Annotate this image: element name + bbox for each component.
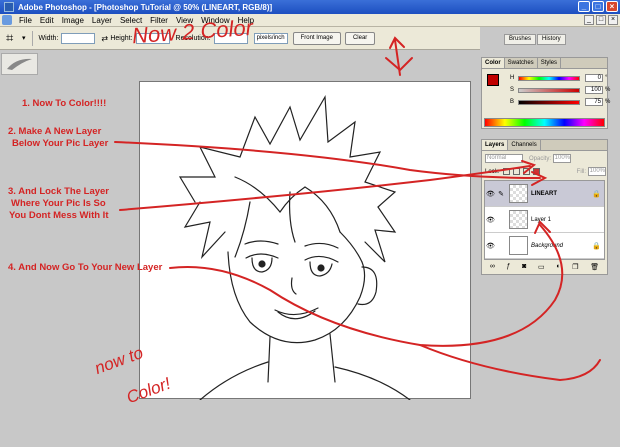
step-1: 1. Now To Color!!!! [22, 98, 107, 109]
tab-layers[interactable]: Layers [482, 140, 509, 150]
options-bar: ⌗ ▾ Width: ⇄ Height: Resolution: pixels/… [0, 27, 480, 50]
tab-swatches[interactable]: Swatches [505, 58, 538, 68]
palette-well: Brushes History [504, 34, 567, 45]
front-image-button[interactable]: Front Image [292, 31, 341, 45]
close-button[interactable]: × [606, 1, 618, 12]
layer-name: Layer 1 [531, 216, 552, 223]
brightness-row: B 75 % [510, 98, 611, 106]
hue-value[interactable]: 0 [585, 74, 603, 82]
photoshop-icon [4, 2, 14, 12]
lock-icon: 🔒 [592, 190, 601, 198]
opacity-label: Opacity: [529, 155, 552, 162]
color-panel: Color Swatches Styles H 0 ° S 100 % B 75… [481, 57, 611, 129]
menu-window[interactable]: Window [197, 16, 233, 25]
height-field[interactable] [135, 32, 170, 44]
lineart-drawing [178, 95, 411, 401]
menu-help[interactable]: Help [234, 16, 258, 25]
set-icon[interactable]: ▭ [538, 263, 545, 273]
foreground-color-swatch[interactable] [487, 74, 499, 86]
units-select[interactable]: pixels/inch [253, 32, 288, 44]
tab-styles[interactable]: Styles [538, 58, 562, 68]
visibility-eye-icon[interactable]: 👁 [485, 190, 496, 198]
doc-close-button[interactable]: × [608, 15, 618, 25]
resolution-field[interactable] [213, 32, 248, 44]
menu-filter[interactable]: Filter [146, 16, 172, 25]
saturation-value[interactable]: 100 [585, 86, 603, 94]
lock-image-icon[interactable] [513, 168, 521, 175]
lock-icon: 🔒 [592, 242, 601, 250]
layers-footer: ∞ ƒ ◙ ▭ ◐ ❐ 🗑 [484, 263, 605, 273]
step-2-line-2: Below Your Pic Layer [12, 138, 109, 149]
menu-view[interactable]: View [172, 16, 197, 25]
menu-edit[interactable]: Edit [36, 16, 58, 25]
lock-all-icon[interactable] [533, 168, 541, 175]
tab-channels[interactable]: Channels [508, 140, 541, 150]
step-2-line-1: 2. Make A New Layer [8, 126, 102, 137]
lock-position-icon[interactable] [523, 168, 531, 175]
visibility-eye-icon[interactable]: 👁 [485, 216, 496, 224]
crop-tool-icon[interactable]: ⌗ [6, 30, 22, 46]
menu-layer[interactable]: Layer [88, 16, 116, 25]
saturation-row: S 100 % [510, 86, 611, 94]
feather-brush-icon [7, 58, 32, 70]
blend-mode-select[interactable]: Normal [485, 154, 523, 163]
layer-name: Background [531, 242, 564, 249]
tab-color[interactable]: Color [482, 58, 505, 68]
brightness-slider[interactable] [518, 99, 580, 105]
clear-button[interactable]: Clear [344, 31, 376, 45]
menu-image[interactable]: Image [58, 16, 88, 25]
lock-label: Lock: [485, 168, 500, 175]
menu-select[interactable]: Select [116, 16, 146, 25]
layers-panel: Layers Channels Normal Opacity: 100% Loc… [481, 139, 608, 275]
side-note-line-1: now to [92, 343, 146, 379]
hue-slider[interactable] [518, 75, 580, 81]
layer-row-background[interactable]: 👁 Background 🔒 [485, 233, 604, 259]
app-logo-icon [2, 15, 12, 25]
history-tab[interactable]: History [537, 34, 566, 45]
layer-thumbnail [509, 210, 528, 229]
doc-minimize-button[interactable]: _ [584, 15, 594, 25]
layer-thumbnail [509, 236, 528, 255]
saturation-slider[interactable] [518, 87, 580, 93]
fill-field[interactable]: 100% [588, 167, 606, 176]
width-label: Width: [38, 34, 59, 42]
trash-icon[interactable]: 🗑 [590, 263, 599, 273]
opacity-field[interactable]: 100% [553, 154, 572, 163]
brushes-tab[interactable]: Brushes [504, 34, 537, 45]
title-bar: Adobe Photoshop - [Photoshop TuTorial @ … [0, 0, 620, 14]
menu-file[interactable]: File [15, 16, 36, 25]
color-spectrum-bar[interactable] [484, 118, 605, 127]
new-layer-icon[interactable]: ❐ [572, 263, 578, 273]
menu-bar: File Edit Image Layer Select Filter View… [0, 14, 620, 27]
fill-label: Fill: [576, 168, 586, 175]
step-3-line-3: You Dont Mess With It [9, 210, 109, 221]
resolution-label: Resolution: [175, 34, 211, 42]
step-3-line-2: Where Your Pic Is So [11, 198, 106, 209]
step-3-line-1: 3. And Lock The Layer [8, 186, 110, 197]
lock-transparent-icon[interactable] [503, 168, 511, 175]
brightness-value[interactable]: 75 [585, 98, 603, 106]
width-field[interactable] [61, 32, 96, 44]
mask-icon[interactable]: ◙ [522, 263, 526, 273]
adjust-icon[interactable]: ◐ [556, 263, 560, 273]
window-title: Adobe Photoshop - [Photoshop TuTorial @ … [18, 2, 273, 12]
layer-row-lineart[interactable]: 👁 ✎ LINEART 🔒 [485, 181, 604, 207]
layer-name: LINEART [531, 190, 557, 197]
visibility-eye-icon[interactable]: 👁 [485, 242, 496, 250]
tool-preset-arrow-icon[interactable]: ▾ [22, 34, 26, 42]
layer-thumbnail [509, 184, 528, 203]
toolbox[interactable] [1, 53, 38, 75]
hue-row: H 0 ° [510, 74, 608, 82]
doc-restore-button[interactable]: □ [596, 15, 606, 25]
style-icon[interactable]: ƒ [507, 263, 511, 273]
swap-icon[interactable]: ⇄ [101, 34, 110, 43]
maximize-button[interactable]: □ [592, 1, 604, 12]
height-label: Height: [110, 34, 133, 42]
minimize-button[interactable]: _ [578, 1, 590, 12]
link-icon[interactable]: ∞ [490, 263, 495, 273]
brush-icon: ✎ [498, 190, 504, 198]
layers-list: 👁 ✎ LINEART 🔒 👁 Layer 1 👁 Background 🔒 [484, 180, 605, 260]
layer-row-layer-1[interactable]: 👁 Layer 1 [485, 207, 604, 233]
document-canvas[interactable] [139, 81, 471, 401]
